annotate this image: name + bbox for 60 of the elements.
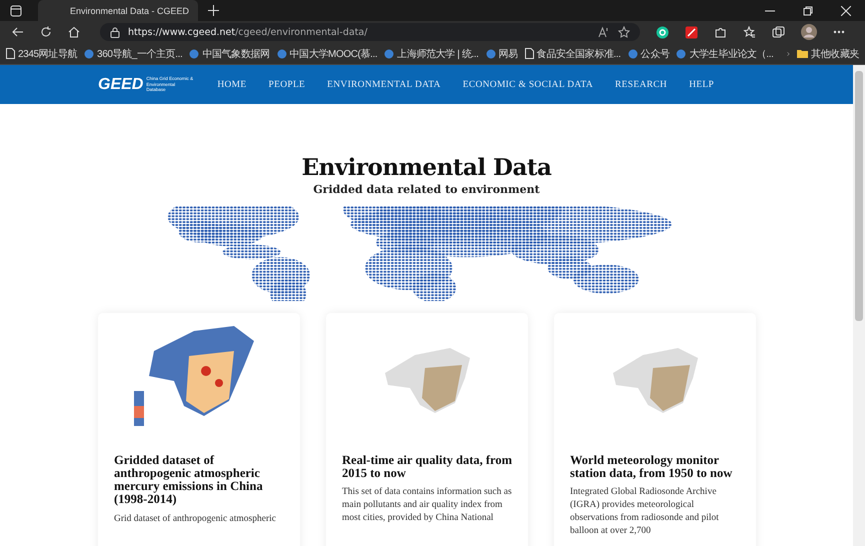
- page-title: Environmental Data: [302, 154, 552, 181]
- puzzle-icon[interactable]: [714, 26, 727, 38]
- nav-link[interactable]: ECONOMIC & SOCIAL DATA: [458, 80, 598, 90]
- bookmark-item[interactable]: 食品安全国家标准...: [524, 46, 621, 60]
- collections-icon[interactable]: [772, 26, 785, 38]
- site-icon: [628, 48, 638, 58]
- restore-icon[interactable]: [803, 6, 813, 16]
- back-icon[interactable]: [12, 26, 24, 38]
- bookmark-item[interactable]: 公众号: [628, 46, 670, 60]
- read-aloud-icon[interactable]: [598, 26, 610, 38]
- dataset-card[interactable]: Real-time air quality data, from 2015 to now This set of data contains information such as main pollutants and air quality index from most cities, provided by China National: [326, 313, 528, 546]
- refresh-icon[interactable]: [40, 26, 52, 38]
- logo-mark: GEED: [98, 76, 144, 94]
- extension-icon[interactable]: [685, 26, 698, 38]
- nav-link[interactable]: PEOPLE: [264, 80, 310, 90]
- address-bar[interactable]: https://www.cgeed.net/cgeed/environmental-data/: [100, 23, 640, 41]
- nav-link[interactable]: HOME: [213, 80, 251, 90]
- bookmark-item[interactable]: 360导航_一个主页...: [84, 46, 182, 60]
- url-text: https://www.cgeed.net/cgeed/environmental-data/: [128, 26, 368, 38]
- close-icon[interactable]: [841, 6, 851, 16]
- dataset-card[interactable]: World meteorology monitor station data, from 1950 to now Integrated Global Radiosonde Archive (IGRA) provides meteorological observations from radiosonde and pilot balloon at over 2,700: [554, 313, 756, 546]
- page-icon: [524, 48, 534, 59]
- site-icon: [384, 48, 394, 58]
- home-icon[interactable]: [68, 26, 80, 38]
- bookmark-item[interactable]: 上海师范大学 | 统...: [384, 46, 479, 60]
- nav-link[interactable]: HELP: [685, 80, 718, 90]
- card-title: Gridded dataset of anthropogenic atmospheric mercury emissions in China (1998-2014): [114, 454, 264, 506]
- card-title: Real-time air quality data, from 2015 to now: [342, 454, 512, 480]
- bookmark-item[interactable]: 中国大学MOOC(慕...: [276, 46, 378, 60]
- extension-icon[interactable]: [656, 26, 669, 38]
- site-icon: [486, 48, 496, 58]
- site-icon: [676, 48, 686, 58]
- new-tab-icon[interactable]: [208, 5, 219, 16]
- favorites-icon[interactable]: [743, 26, 756, 38]
- folder-icon: [796, 49, 808, 58]
- site-icon: [276, 48, 287, 58]
- scrollbar[interactable]: [853, 65, 865, 546]
- tab-actions-icon[interactable]: [10, 4, 22, 16]
- card-description: This set of data contains information such as main pollutants and air quality index from most cities, provided by China National: [342, 486, 512, 525]
- bookmark-item[interactable]: 中国气象数据网: [189, 46, 270, 60]
- bookmark-item[interactable]: 大学生毕业论文（...: [676, 46, 774, 60]
- bookmark-item[interactable]: 网易: [486, 46, 518, 60]
- card-description: Integrated Global Radiosonde Archive (IGRA) provides meteorological observations from radiosonde and pilot balloon at over 2,700: [570, 486, 720, 538]
- site-icon: [189, 48, 200, 58]
- card-title: World meteorology monitor station data, from 1950 to now: [570, 454, 734, 480]
- card-description: Grid dataset of anthropogenic atmospheric: [114, 512, 277, 526]
- more-icon[interactable]: [833, 30, 845, 34]
- nav-link[interactable]: RESEARCH: [611, 80, 672, 90]
- bookmark-item[interactable]: 2345网址导航: [6, 46, 78, 60]
- other-bookmarks[interactable]: 其他收藏夹: [796, 46, 859, 60]
- nav-link[interactable]: ENVIRONMENTAL DATA: [323, 80, 445, 90]
- page-icon: [6, 48, 15, 59]
- browser-tab[interactable]: Environmental Data - CGEED: [38, 0, 198, 21]
- dataset-card[interactable]: Gridded dataset of anthropogenic atmospheric mercury emissions in China (1998-2014) Grid dataset of anthropogenic atmospheric: [98, 313, 300, 546]
- lock-icon: [110, 26, 120, 38]
- site-icon: [84, 48, 94, 58]
- avatar-icon[interactable]: [801, 24, 817, 40]
- page-subtitle: Gridded data related to environment: [313, 183, 540, 196]
- star-icon[interactable]: [618, 26, 630, 38]
- tab-title: Environmental Data - CGEED: [70, 6, 190, 16]
